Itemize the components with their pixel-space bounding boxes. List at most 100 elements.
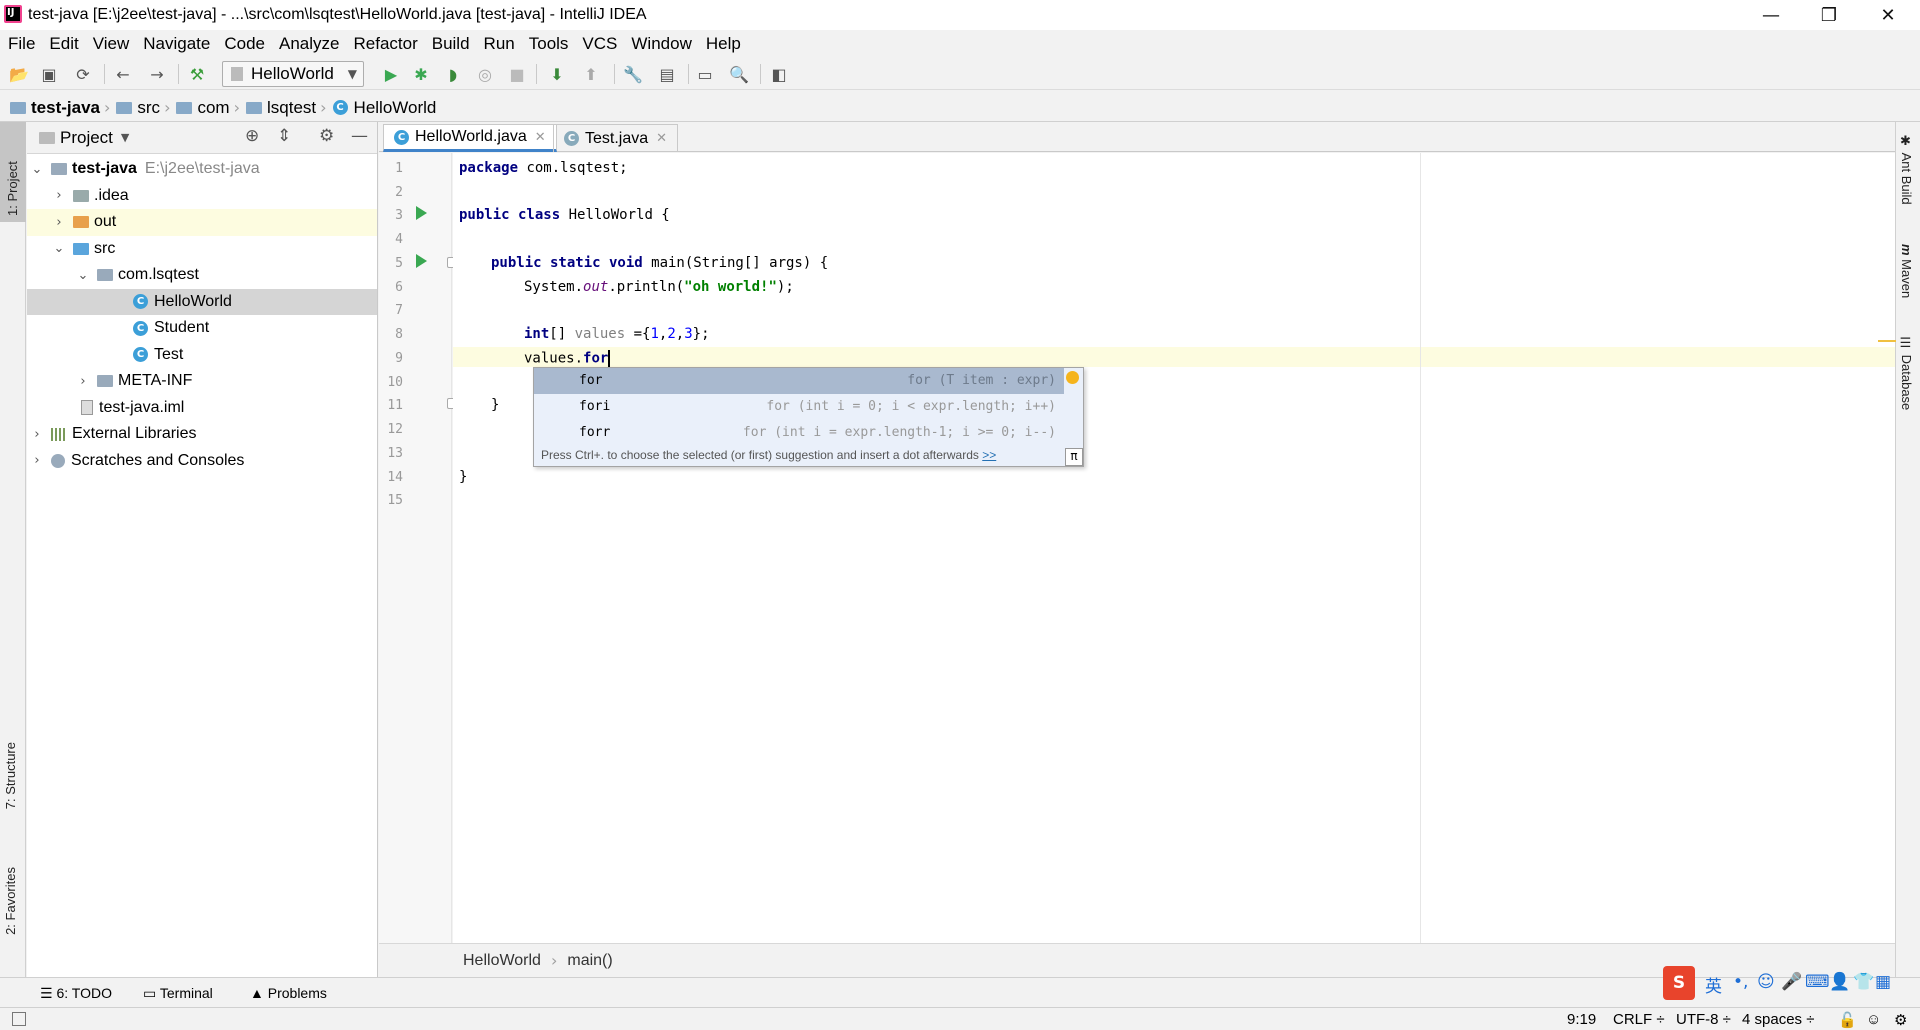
menu-file[interactable]: File <box>8 34 35 54</box>
menu-navigate[interactable]: Navigate <box>143 34 210 54</box>
line-separator[interactable]: CRLF ÷ <box>1613 1011 1665 1028</box>
ant-build-tab[interactable]: ✱ Ant Build <box>1899 134 1914 205</box>
breadcrumb-class[interactable]: HelloWorld <box>463 952 541 970</box>
tool-window-toggle-icon[interactable] <box>12 1012 26 1026</box>
debug-icon[interactable]: ✱ <box>410 63 432 85</box>
search-icon[interactable]: 🔍 <box>728 63 750 85</box>
chevron-right-icon[interactable]: › <box>51 188 67 203</box>
settings-wrench-icon[interactable]: 🔧 <box>622 63 644 85</box>
hide-panel-icon[interactable]: — <box>351 126 368 146</box>
menu-refactor[interactable]: Refactor <box>353 34 417 54</box>
open-folder-icon[interactable]: 📂 <box>8 63 30 85</box>
skin-icon[interactable]: 👕 <box>1853 972 1874 992</box>
completion-item-forr[interactable]: forr for (int i = expr.length-1; i >= 0;… <box>534 420 1064 446</box>
tab-test[interactable]: C Test.java ✕ <box>553 124 679 152</box>
lock-icon[interactable]: 🔓 <box>1838 1011 1857 1029</box>
tree-item-meta-inf[interactable]: › META-INF <box>27 368 377 395</box>
tree-item-idea[interactable]: › .idea <box>27 183 377 210</box>
profile-icon[interactable]: ◎ <box>474 63 496 85</box>
tree-item-scratches[interactable]: › Scratches and Consoles <box>27 448 377 475</box>
project-panel-title[interactable]: Project <box>60 128 113 148</box>
vcs-commit-icon[interactable]: ⬆ <box>580 63 602 85</box>
menu-code[interactable]: Code <box>224 34 265 54</box>
caret-position[interactable]: 9:19 <box>1567 1011 1596 1028</box>
maven-tab[interactable]: m Maven <box>1899 244 1914 298</box>
coverage-icon[interactable]: ◗ <box>442 63 464 85</box>
save-icon[interactable]: ▣ <box>38 63 60 85</box>
ime-lang[interactable]: 英 <box>1705 972 1722 997</box>
restore-button[interactable]: ❐ <box>1800 0 1858 30</box>
vcs-update-icon[interactable]: ⬇ <box>546 63 568 85</box>
forward-icon[interactable]: → <box>146 63 168 85</box>
user-icon[interactable]: 👤 <box>1829 972 1850 992</box>
terminal-icon[interactable]: ▭ <box>694 63 716 85</box>
microphone-icon[interactable]: 🎤 <box>1781 972 1802 992</box>
breadcrumb-com[interactable]: com <box>197 98 229 118</box>
menu-build[interactable]: Build <box>432 34 470 54</box>
keyboard-icon[interactable]: ⌨ <box>1805 972 1830 992</box>
chevron-right-icon[interactable]: › <box>29 427 45 442</box>
close-icon[interactable]: ✕ <box>656 131 667 146</box>
favorites-tool-tab[interactable]: 2: Favorites <box>3 867 18 935</box>
menu-help[interactable]: Help <box>706 34 741 54</box>
tab-helloworld[interactable]: C HelloWorld.java ✕ <box>383 124 557 152</box>
chevron-right-icon[interactable]: › <box>29 453 45 468</box>
tree-item-src[interactable]: ⌄ src <box>27 236 377 263</box>
completion-item-fori[interactable]: fori for (int i = 0; i < expr.length; i+… <box>534 394 1064 420</box>
pi-icon[interactable]: π <box>1065 448 1083 466</box>
menu-edit[interactable]: Edit <box>49 34 78 54</box>
chevron-down-icon[interactable]: ⌄ <box>29 162 45 177</box>
event-log-icon[interactable]: ⚙ <box>1894 1011 1907 1029</box>
menu-window[interactable]: Window <box>631 34 691 54</box>
file-encoding[interactable]: UTF-8 ÷ <box>1676 1011 1731 1028</box>
sogou-logo-icon[interactable]: S <box>1663 966 1695 1000</box>
breadcrumb-src[interactable]: src <box>137 98 160 118</box>
punctuation-icon[interactable]: •, <box>1733 972 1748 992</box>
database-tab[interactable]: ☰ Database <box>1899 336 1914 410</box>
jetbrains-toolbox-icon[interactable]: ◧ <box>768 63 790 85</box>
breadcrumb-lsqtest[interactable]: lsqtest <box>267 98 316 118</box>
chevron-right-icon[interactable]: › <box>75 374 91 389</box>
chevron-down-icon[interactable]: ⌄ <box>51 241 67 256</box>
close-button[interactable]: ✕ <box>1859 0 1917 30</box>
tree-item-root[interactable]: ⌄ test-java E:\j2ee\test-java <box>27 156 377 183</box>
grid-icon[interactable]: ▦ <box>1875 972 1891 992</box>
chevron-down-icon[interactable]: ⌄ <box>75 268 91 283</box>
menu-analyze[interactable]: Analyze <box>279 34 339 54</box>
emoji-icon[interactable]: ☺ <box>1757 972 1775 992</box>
completion-item-for[interactable]: for for (T item : expr) <box>534 368 1064 394</box>
project-tool-tab[interactable]: 1: Project <box>0 122 26 222</box>
sync-icon[interactable]: ⟳ <box>72 63 94 85</box>
todo-tab[interactable]: ☰ 6: TODO <box>40 985 112 1002</box>
gear-icon[interactable]: ⚙ <box>319 126 334 146</box>
back-icon[interactable]: ← <box>112 63 134 85</box>
run-icon[interactable]: ▶ <box>380 63 402 85</box>
hint-more-link[interactable]: >> <box>982 448 996 462</box>
tree-item-out[interactable]: › out <box>27 209 377 236</box>
chevron-down-icon[interactable]: ▼ <box>121 131 129 144</box>
stop-icon[interactable]: ■ <box>506 63 528 85</box>
problems-tab[interactable]: ▲ Problems <box>250 985 327 1001</box>
tree-item-external-libraries[interactable]: › External Libraries <box>27 421 377 448</box>
menu-tools[interactable]: Tools <box>529 34 569 54</box>
run-gutter-icon[interactable] <box>416 254 427 268</box>
tree-item-student[interactable]: C Student <box>27 315 377 342</box>
breadcrumb-helloworld[interactable]: HelloWorld <box>354 98 437 118</box>
run-config-dropdown[interactable]: HelloWorld ▼ <box>222 61 364 87</box>
tree-item-package[interactable]: ⌄ com.lsqtest <box>27 262 377 289</box>
menu-view[interactable]: View <box>93 34 130 54</box>
chevron-right-icon[interactable]: › <box>51 215 67 230</box>
close-icon[interactable]: ✕ <box>535 130 546 145</box>
menu-run[interactable]: Run <box>484 34 515 54</box>
lightbulb-icon[interactable] <box>1066 371 1079 384</box>
tree-item-test[interactable]: C Test <box>27 342 377 369</box>
inspector-icon[interactable]: ☺ <box>1866 1011 1881 1028</box>
tree-item-iml[interactable]: test-java.iml <box>27 395 377 422</box>
code-editor[interactable] <box>453 153 1895 943</box>
menu-vcs[interactable]: VCS <box>582 34 617 54</box>
collapse-all-icon[interactable]: ⇕ <box>277 126 291 146</box>
terminal-tab[interactable]: ▭ Terminal <box>143 985 213 1002</box>
warning-marker[interactable] <box>1878 340 1896 342</box>
indent-setting[interactable]: 4 spaces ÷ <box>1742 1011 1814 1028</box>
breadcrumb-project[interactable]: test-java <box>31 98 100 118</box>
